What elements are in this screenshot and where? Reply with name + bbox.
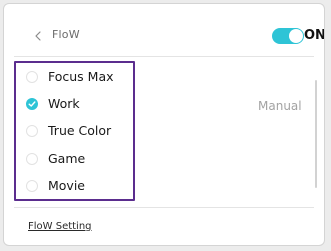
footer-divider — [14, 207, 314, 208]
mode-list: Focus Max Work True Color Game Movie — [14, 61, 135, 201]
scrollbar[interactable] — [315, 80, 317, 188]
mode-item-movie[interactable]: Movie — [16, 174, 133, 200]
checkmark-icon — [28, 101, 36, 107]
toggle-knob — [289, 29, 303, 43]
mode-label: Work — [48, 96, 80, 111]
flow-setting-link[interactable]: FloW Setting — [28, 221, 92, 232]
mode-label: True Color — [48, 123, 112, 138]
toggle-state-label: ON — [304, 28, 325, 43]
radio-icon — [26, 71, 38, 83]
page-title: FloW — [52, 28, 80, 41]
radio-icon — [26, 125, 38, 137]
mode-item-true-color[interactable]: True Color — [16, 119, 133, 145]
mode-label: Game — [48, 151, 86, 166]
chevron-left-icon[interactable] — [34, 30, 44, 42]
mode-label: Movie — [48, 178, 85, 193]
mode-item-game[interactable]: Game — [16, 147, 133, 173]
flow-panel: FloW ON Focus Max Work True Color Game M… — [3, 3, 325, 246]
flow-header: FloW ON — [4, 4, 324, 58]
flow-toggle[interactable] — [272, 28, 304, 44]
checked-radio-icon — [26, 98, 38, 110]
radio-icon — [26, 153, 38, 165]
mode-item-focus-max[interactable]: Focus Max — [16, 65, 133, 91]
mode-label: Focus Max — [48, 69, 114, 84]
radio-icon — [26, 180, 38, 192]
header-divider — [14, 56, 314, 57]
mode-item-work[interactable]: Work — [16, 92, 133, 118]
mode-status-label: Manual — [258, 99, 302, 113]
